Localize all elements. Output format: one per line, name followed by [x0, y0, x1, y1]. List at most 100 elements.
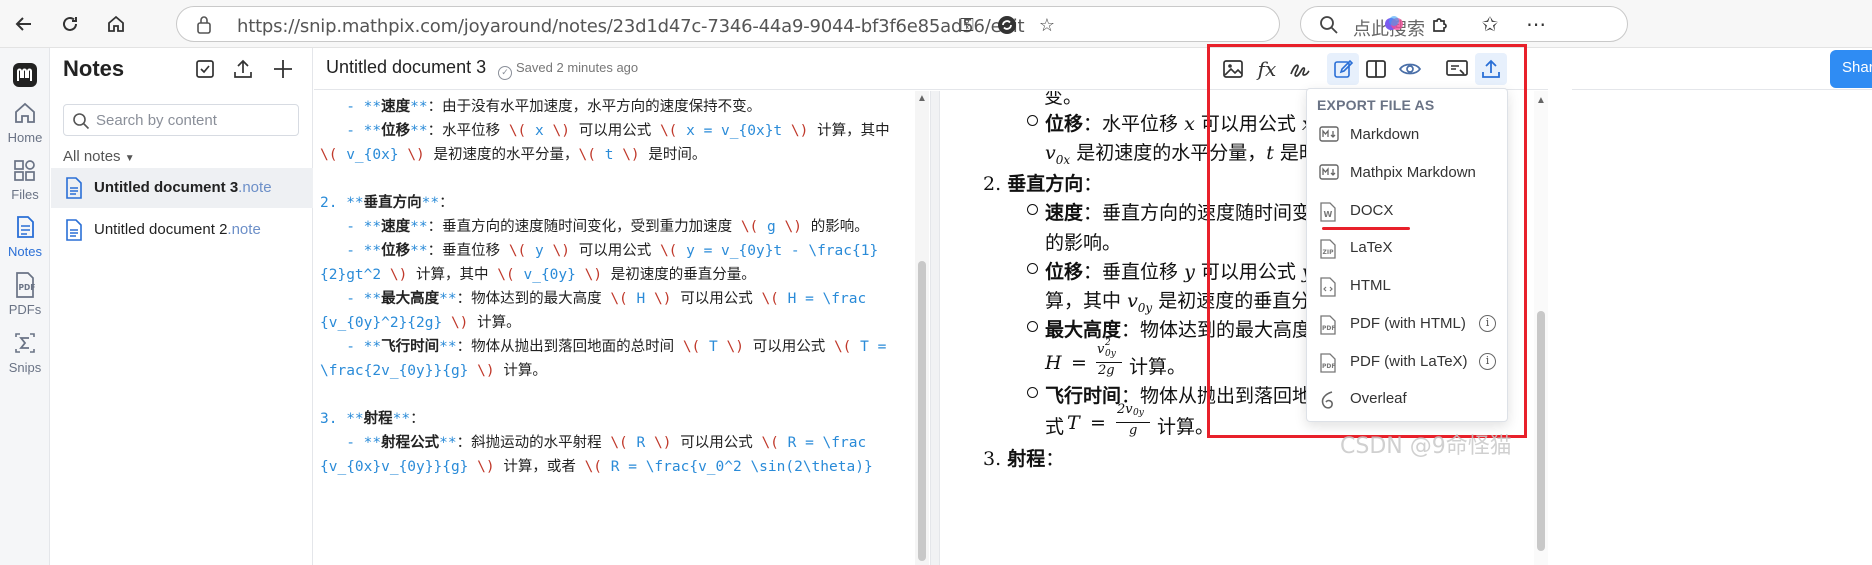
copilot-icon[interactable] [1380, 10, 1408, 38]
share-button[interactable]: Share [1830, 50, 1872, 88]
scroll-up-icon[interactable]: ▲ [1536, 95, 1546, 106]
editor-token: x = v_{0x}t [677, 123, 791, 139]
add-note-icon[interactable] [269, 55, 297, 83]
rail-item-home[interactable]: Home [0, 98, 50, 145]
pane-divider[interactable] [930, 91, 940, 565]
editor-token: 的影响。 [801, 219, 869, 235]
editor-token: 速度 [381, 219, 411, 235]
rail-item-files[interactable]: Files [0, 155, 50, 202]
editor-token: 计算，或者 [494, 459, 585, 475]
editor-token: \) [477, 363, 495, 379]
math-var: v [1097, 342, 1105, 357]
editor-line[interactable] [320, 383, 918, 407]
home-browser-icon[interactable] [100, 8, 132, 40]
all-notes-filter[interactable]: All notes ▼ [63, 148, 135, 165]
editor-token: \( [833, 339, 852, 355]
editor-line[interactable]: - **射程公式**：斜抛运动的水平射程 \( R \) 可以用公式 \( R … [320, 431, 918, 455]
editor-token: \) [622, 147, 640, 163]
math-var: x [1184, 113, 1195, 135]
editor-token: 可以用公式 [671, 435, 762, 451]
editor-token: \) [477, 459, 495, 475]
math-var: v [1127, 290, 1138, 312]
editor-line[interactable]: 3. **射程**： [320, 407, 918, 431]
editor-token: \( [497, 267, 515, 283]
pdf-icon: PDF [0, 270, 50, 300]
markdown-editor[interactable]: - **速度**：由于没有水平加速度，水平方向的速度保持不变。 - **位移**… [314, 91, 918, 565]
editor-token: ** [346, 195, 364, 211]
editor-token: T = [851, 339, 887, 355]
editor-token: ** [410, 219, 428, 235]
mathpix-logo-icon[interactable] [12, 62, 38, 88]
editor-line[interactable]: {2}gt^2 \) 计算，其中 \( v_{0y} \) 是初速度的垂直分量。 [320, 263, 918, 287]
url-text[interactable]: https://snip.mathpix.com/joyaround/notes… [237, 16, 1025, 37]
editor-line[interactable]: {v_{0y}^2}{2g} \) 计算。 [320, 311, 918, 335]
bullet-circle [1027, 204, 1038, 215]
favorite-star-icon[interactable]: ☆ [1035, 13, 1059, 37]
fraction-numerator: 2v 0y [1117, 402, 1144, 418]
editor-token: R = \frac [778, 435, 867, 451]
editor-line[interactable]: - **最大高度**：物体达到的最大高度 \( H \) 可以用公式 \( H … [320, 287, 918, 311]
reload-icon[interactable] [54, 8, 86, 40]
translate-icon[interactable] [995, 13, 1019, 37]
address-bar[interactable]: https://snip.mathpix.com/joyaround/notes… [176, 6, 1280, 42]
editor-scrollbar[interactable]: ▲ [915, 91, 929, 565]
editor-token: ：由于没有水平加速度，水平方向的速度保持不变。 [427, 99, 762, 115]
editor-line[interactable]: \( v_{0x} \) 是初速度的水平分量，\( t \) 是时间。 [320, 143, 918, 167]
scrollbar-thumb[interactable] [1537, 311, 1545, 551]
editor-token: v_{0x} [337, 147, 408, 163]
editor-text[interactable]: - **速度**：由于没有水平加速度，水平方向的速度保持不变。 - **位移**… [314, 91, 918, 479]
document-title[interactable]: Untitled document 3 [326, 57, 486, 78]
editor-token: ** [439, 339, 457, 355]
preview-heading: 2. 垂直方向： [983, 169, 1102, 196]
preview-line: 的影响。 [1045, 232, 1122, 254]
editor-line[interactable]: - **位移**：水平位移 \( x \) 可以用公式 \( x = v_{0x… [320, 119, 918, 143]
editor-line[interactable]: {v_{0x}v_{0y}}{g} \) 计算，或者 \( R = \frac{… [320, 455, 918, 479]
rail-label: Snips [8, 360, 42, 375]
editor-line[interactable] [320, 167, 918, 191]
preview-scrollbar[interactable]: ▲ [1534, 91, 1548, 565]
math-var: v [1045, 142, 1056, 164]
scroll-up-icon[interactable]: ▲ [917, 93, 927, 104]
home-icon [0, 98, 50, 128]
favorites-list-icon[interactable]: ✩ [1476, 10, 1504, 38]
editor-line[interactable]: - **速度**：由于没有水平加速度，水平方向的速度保持不变。 [320, 95, 918, 119]
editor-line[interactable]: - **速度**：垂直方向的速度随时间变化，受到重力加速度 \( g \) 的影… [320, 215, 918, 239]
note-list-item[interactable]: Untitled document 2.note [51, 210, 313, 250]
editor-token: \) [584, 267, 603, 283]
rail-item-notes[interactable]: Notes [0, 212, 50, 259]
rail-item-pdfs[interactable]: PDF PDFs [0, 270, 50, 317]
editor-token: x [526, 123, 553, 139]
editor-token: 计算。 [468, 315, 521, 331]
editor-token: ** [363, 291, 382, 307]
math-subscript: 0y [1105, 349, 1116, 359]
editor-token: ** [363, 219, 382, 235]
note-list-item[interactable]: Untitled document 3.note [51, 168, 313, 208]
back-arrow-icon[interactable] [8, 8, 40, 40]
editor-line[interactable]: \frac{2v_{0y}}{g} \) 计算。 [320, 359, 918, 383]
more-menu-icon[interactable]: ⋯ [1522, 10, 1550, 38]
editor-token: \) [552, 243, 570, 259]
editor-token: ** [410, 99, 428, 115]
extensions-icon[interactable] [1426, 10, 1454, 38]
editor-token: T [700, 339, 727, 355]
editor-line[interactable]: - **飞行时间**：物体从抛出到落回地面的总时间 \( T \) 可以用公式 … [320, 335, 918, 359]
editor-line[interactable]: - **位移**：垂直位移 \( y \) 可以用公式 \( y = v_{0y… [320, 239, 918, 263]
notes-search-input[interactable]: Search by content [63, 104, 299, 136]
upload-icon[interactable] [229, 55, 257, 83]
editor-token: \) [726, 339, 744, 355]
scrollbar-thumb[interactable] [918, 261, 926, 561]
browser-search-box[interactable]: 点此搜索 [1300, 6, 1628, 42]
editor-token: - [320, 99, 364, 115]
editor-token: 可以用公式 [569, 243, 660, 259]
select-checkbox-icon[interactable] [191, 55, 219, 83]
rail-item-snips[interactable]: Snips [0, 328, 50, 375]
editor-token: 计算，其中 [407, 267, 498, 283]
math-operator: = [1090, 412, 1106, 434]
preview-text: 计算。 [1157, 416, 1215, 438]
key-icon[interactable]: ⚿ [955, 13, 979, 37]
editor-line[interactable]: 2. **垂直方向**： [320, 191, 918, 215]
editor-token: ** [363, 123, 382, 139]
editor-token: \( [659, 123, 678, 139]
note-extension: .note [227, 221, 261, 238]
lock-icon[interactable] [195, 15, 213, 40]
